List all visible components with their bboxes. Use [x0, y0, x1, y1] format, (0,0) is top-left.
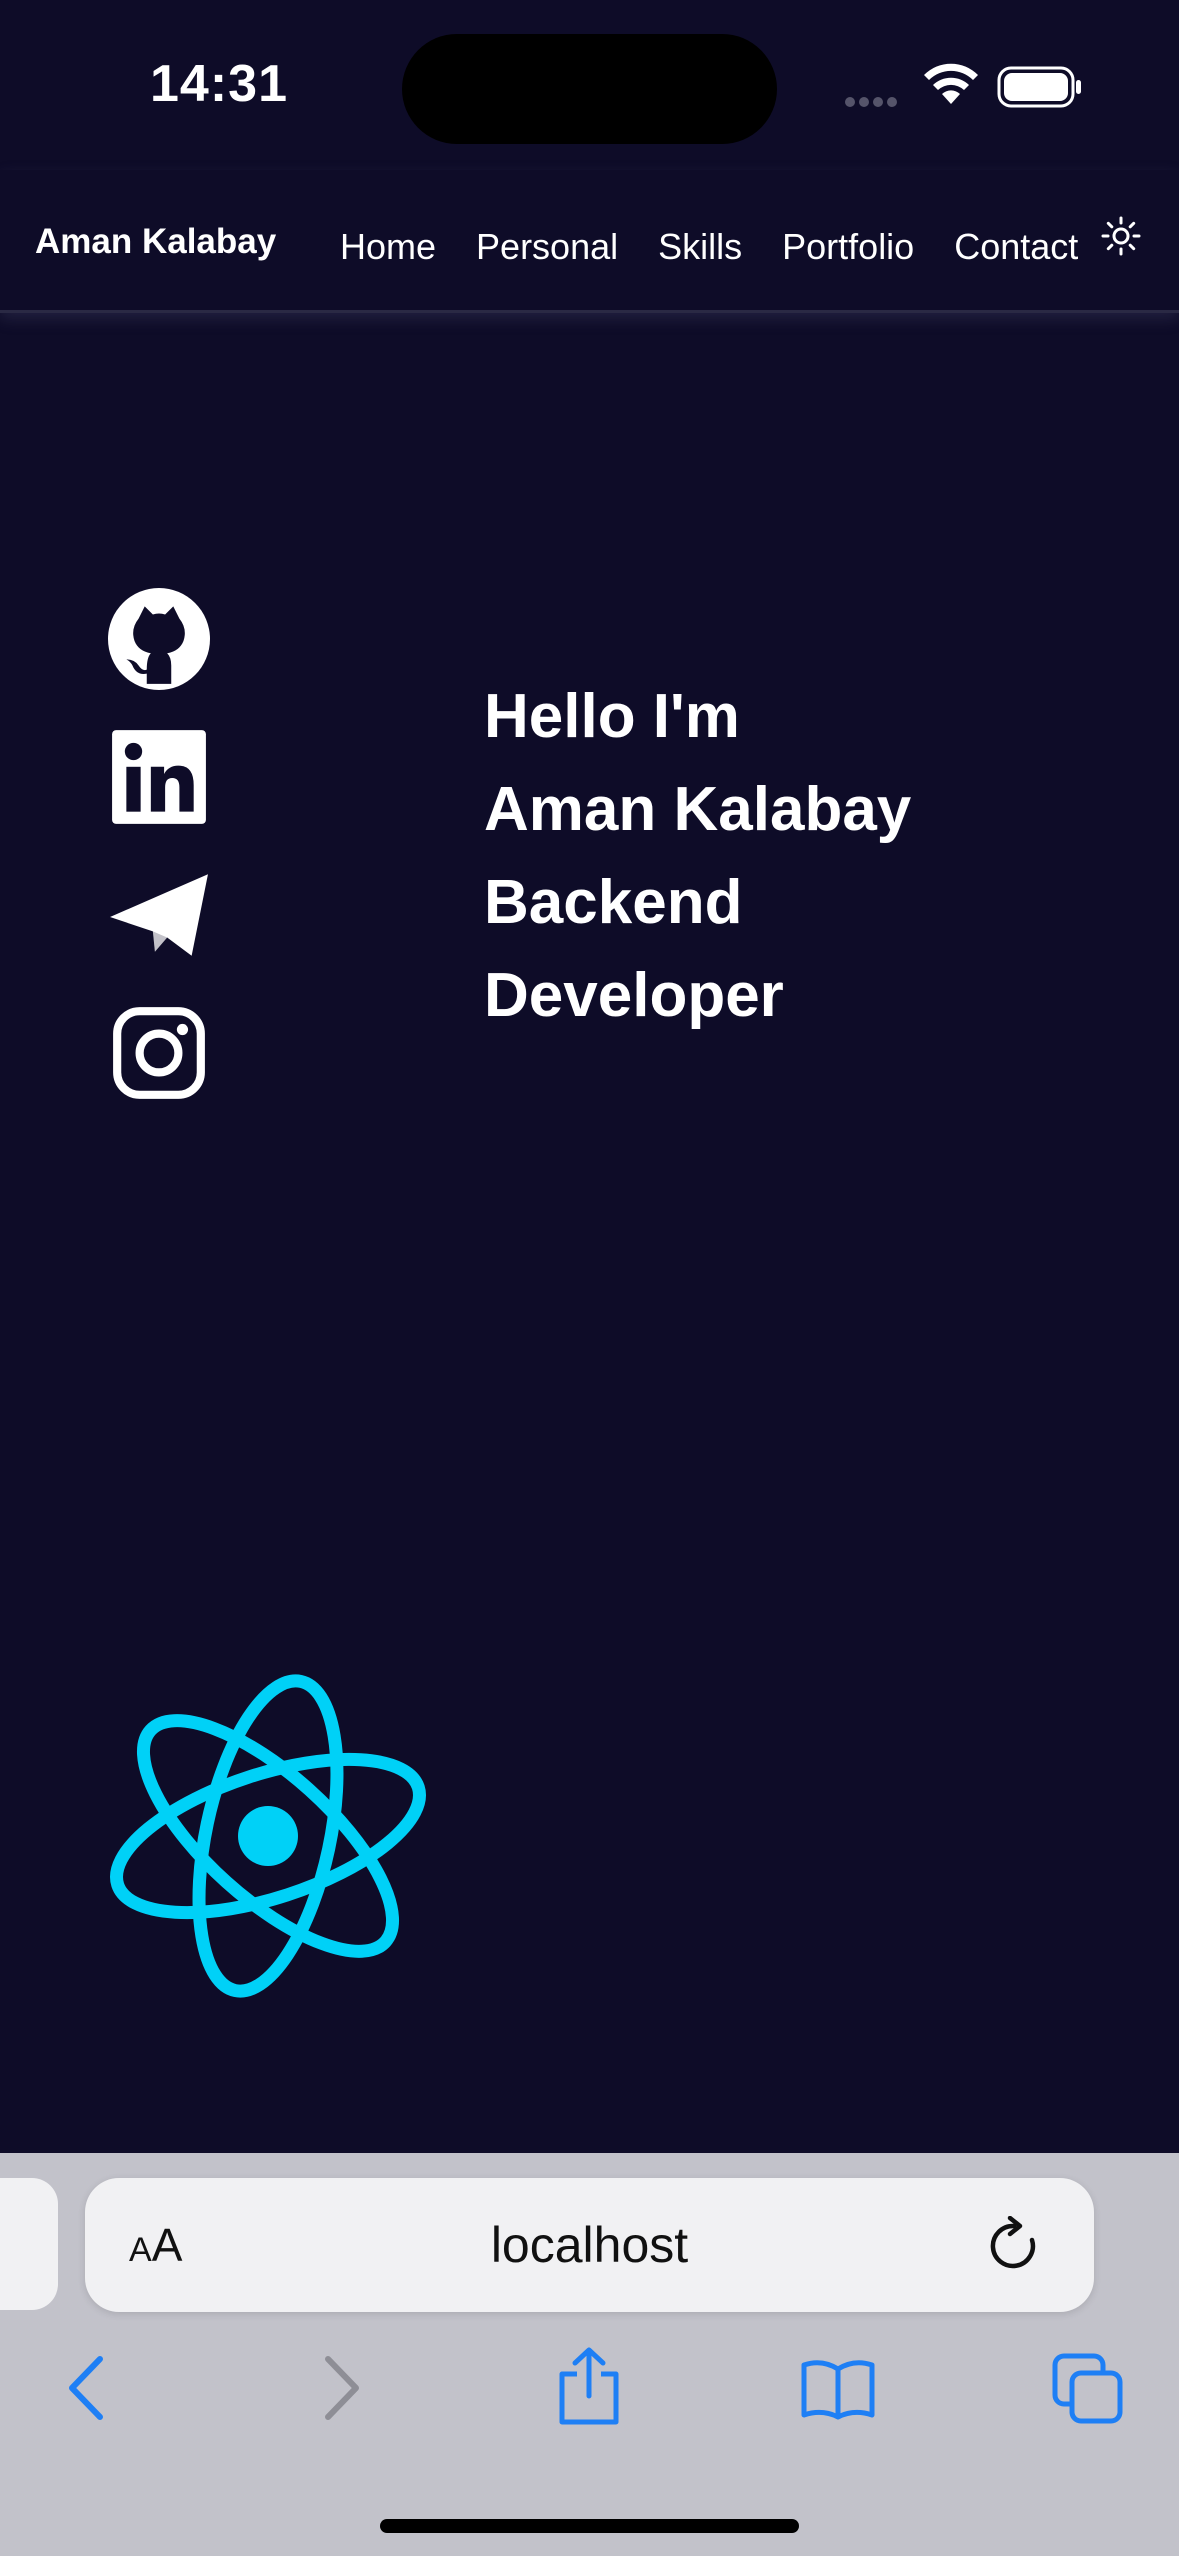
sun-icon[interactable] [1101, 216, 1141, 256]
forward-icon[interactable] [318, 2353, 364, 2423]
bookmarks-icon[interactable] [800, 2357, 876, 2421]
status-bar: 14:31 [0, 0, 1179, 170]
hero-greeting: Hello I'm [484, 682, 740, 751]
hero-role-line2: Developer [484, 961, 784, 1030]
reload-icon[interactable] [988, 2216, 1040, 2272]
nav-link-portfolio[interactable]: Portfolio [782, 226, 914, 268]
nav-link-personal[interactable]: Personal [476, 226, 618, 268]
react-atom-icon [110, 1674, 426, 1998]
back-icon[interactable] [64, 2353, 110, 2423]
cellular-signal-icon [845, 94, 901, 112]
previous-tab-preview[interactable] [0, 2178, 58, 2310]
browser-chrome: AA localhost [0, 2153, 1179, 2556]
dynamic-island [402, 34, 777, 144]
tabs-icon[interactable] [1052, 2353, 1124, 2425]
nav-link-contact[interactable]: Contact [954, 226, 1078, 268]
hero-name: Aman Kalabay [484, 775, 912, 844]
brand-name[interactable]: Aman Kalabay [35, 222, 276, 262]
home-indicator [380, 2519, 799, 2533]
nav-link-home[interactable]: Home [340, 226, 436, 268]
nav-link-skills[interactable]: Skills [658, 226, 742, 268]
wifi-icon [924, 63, 978, 104]
linkedin-icon[interactable] [108, 726, 210, 828]
address-bar[interactable]: AA localhost [85, 2178, 1094, 2312]
nav-links: Home Personal Skills Portfolio Contact [340, 226, 1118, 268]
telegram-icon[interactable] [108, 864, 210, 966]
hero-role-line1: Backend [484, 868, 743, 937]
github-icon[interactable] [108, 588, 210, 690]
status-time: 14:31 [150, 55, 288, 113]
instagram-icon[interactable] [108, 1002, 210, 1104]
battery-icon [997, 66, 1081, 108]
url-text[interactable]: localhost [85, 2216, 1094, 2274]
hero-heading: Hello I'm Aman Kalabay Backend Developer [484, 670, 1144, 1042]
navbar: Aman Kalabay Home Personal Skills Portfo… [0, 170, 1179, 313]
share-icon[interactable] [556, 2346, 622, 2426]
social-links [108, 588, 210, 1140]
page: 14:31 Aman Kalabay Home Personal Skills … [0, 0, 1179, 2556]
